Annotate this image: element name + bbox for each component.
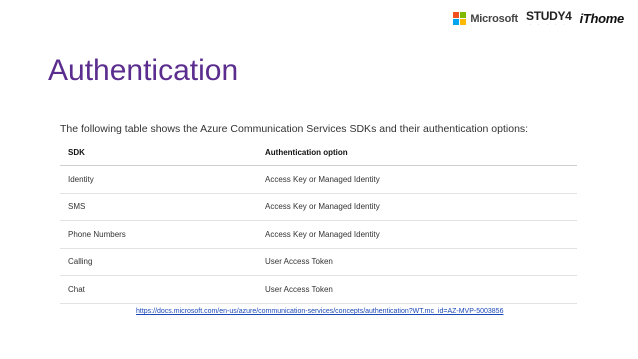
slide-title: Authentication — [48, 54, 239, 88]
intro-text: The following table shows the Azure Comm… — [60, 123, 529, 135]
cell-sdk: Phone Numbers — [60, 220, 257, 249]
cell-sdk: Chat — [60, 275, 257, 304]
table-row: Phone Numbers Access Key or Managed Iden… — [60, 220, 577, 249]
cell-auth-option: Access Key or Managed Identity — [257, 165, 577, 194]
study4-logo-subtext: · · · · · — [529, 22, 568, 27]
study4-logo: STUDY4 · · · · · — [526, 10, 572, 27]
cell-sdk: Calling — [60, 248, 257, 276]
sdk-auth-table: SDK Authentication option Identity Acces… — [60, 139, 577, 304]
microsoft-logo: Microsoft — [453, 12, 518, 25]
cell-auth-option: User Access Token — [257, 248, 577, 276]
cell-auth-option: Access Key or Managed Identity — [257, 193, 577, 221]
cell-auth-option: User Access Token — [257, 275, 577, 304]
cell-sdk: SMS — [60, 193, 257, 221]
table-row: Chat User Access Token — [60, 275, 577, 304]
study4-logo-text: STUDY4 — [526, 9, 572, 23]
table-header-row: SDK Authentication option — [60, 139, 577, 166]
ithome-logo: iThome — [579, 11, 625, 26]
cell-auth-option: Access Key or Managed Identity — [257, 220, 577, 249]
microsoft-logo-text: Microsoft — [470, 12, 519, 25]
table-row: SMS Access Key or Managed Identity — [60, 193, 577, 221]
table-row: Identity Access Key or Managed Identity — [60, 165, 577, 194]
microsoft-logo-icon — [453, 12, 467, 25]
column-header-sdk: SDK — [60, 139, 257, 166]
table-row: Calling User Access Token — [60, 248, 577, 276]
sponsor-logos: Microsoft STUDY4 · · · · · iThome — [453, 10, 624, 27]
column-header-auth-option: Authentication option — [257, 139, 577, 166]
cell-sdk: Identity — [60, 165, 257, 194]
source-link[interactable]: https://docs.microsoft.com/en-us/azure/c… — [136, 308, 503, 315]
